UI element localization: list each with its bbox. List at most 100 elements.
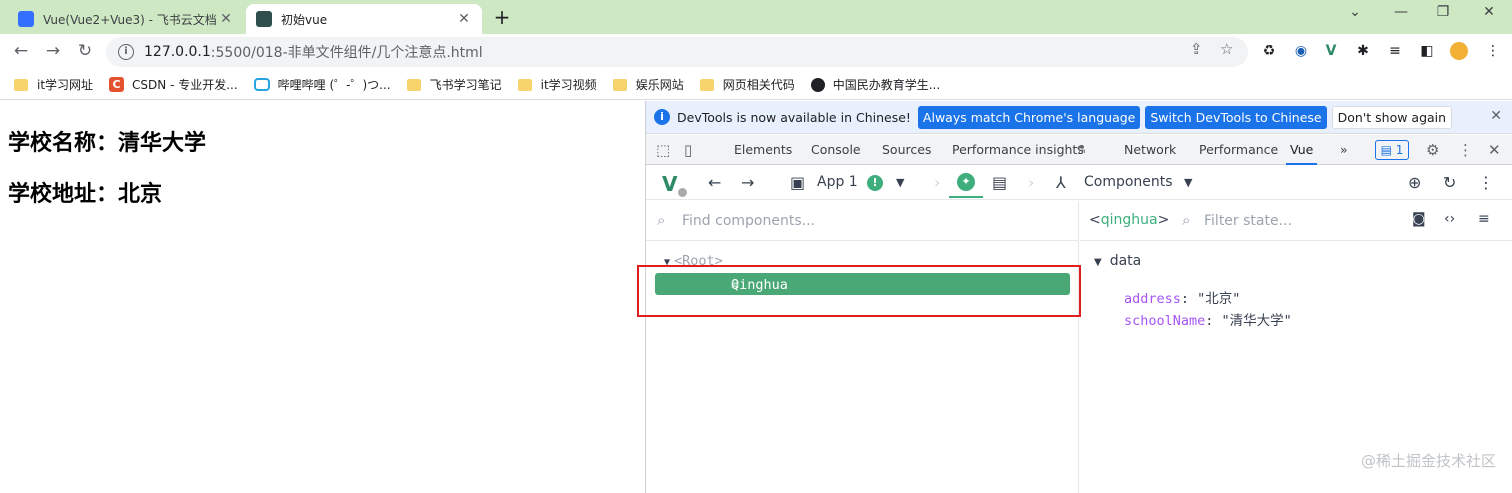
prop-key: schoolName xyxy=(1124,313,1206,329)
bookmark-label: 网页相关代码 xyxy=(722,78,795,92)
chevron-down-icon[interactable]: ▼ xyxy=(1184,176,1192,189)
section-label: data xyxy=(1109,253,1142,269)
forward-icon[interactable]: → xyxy=(42,41,64,61)
url-host: 127.0.0.1 xyxy=(144,44,211,60)
extension-icon[interactable]: ◉ xyxy=(1292,42,1310,60)
bookmark-item[interactable]: it学习视频 xyxy=(517,76,597,93)
switch-to-chinese-button[interactable]: Switch DevTools to Chinese xyxy=(1145,105,1327,129)
menu-kebab-icon[interactable]: ⋮ xyxy=(1484,42,1502,60)
folder-icon xyxy=(517,78,532,91)
flask-icon: ⚗ xyxy=(1076,143,1086,156)
bookmark-item[interactable]: 哔哩哔哩 (゜-゜)つ... xyxy=(253,76,391,93)
root-label: <Root> xyxy=(674,253,723,269)
prop-colon: : xyxy=(1180,291,1198,307)
avatar[interactable] xyxy=(1450,42,1468,60)
close-tab-icon[interactable]: ✕ xyxy=(218,11,234,27)
restore-icon[interactable]: ❐ xyxy=(1420,4,1466,20)
browser-tab-feishu[interactable]: Vue(Vue2+Vue3) - 飞书云文档 ✕ xyxy=(8,4,244,34)
bookmark-item[interactable]: 娱乐网站 xyxy=(612,76,684,93)
bookmark-label: 哔哩哔哩 (゜-゜)つ... xyxy=(277,78,391,92)
browser-tab-strip: Vue(Vue2+Vue3) - 飞书云文档 ✕ 初始vue ✕ + ⌄ — ❐… xyxy=(0,0,1512,34)
filter-state-input[interactable] xyxy=(1204,209,1404,233)
bookmarks-bar: it学习网址 C CSDN - 专业开发... 哔哩哔哩 (゜-゜)つ... 飞书… xyxy=(0,70,1512,100)
component-name: Qinghua xyxy=(731,277,788,293)
page-content: 学校名称：清华大学 学校地址：北京 xyxy=(0,101,645,493)
more-tabs-icon[interactable]: » xyxy=(1340,135,1348,165)
minimize-icon[interactable]: — xyxy=(1378,4,1424,20)
timeline-icon[interactable]: ▤ xyxy=(992,173,1007,192)
state-prop-row[interactable]: address: "北京" xyxy=(1124,287,1240,307)
data-section-header[interactable]: ▼ data xyxy=(1094,253,1141,269)
inspect-element-icon[interactable]: ⬚ xyxy=(656,141,670,159)
chevron-down-icon[interactable]: ▼ xyxy=(896,176,904,189)
back-icon[interactable]: ← xyxy=(10,41,32,61)
new-tab-button[interactable]: + xyxy=(490,5,514,29)
dont-show-again-button[interactable]: Don't show again xyxy=(1331,105,1453,129)
open-in-editor-icon[interactable]: ≡ xyxy=(1478,211,1490,227)
tab-console[interactable]: Console xyxy=(811,135,861,165)
vue-devtools-extension-icon[interactable]: V xyxy=(1322,42,1340,60)
bookmark-item[interactable]: C CSDN - 专业开发... xyxy=(109,76,238,93)
share-icon[interactable]: ⇪ xyxy=(1190,40,1203,58)
inspector-compass-tab[interactable]: ✦ xyxy=(949,170,983,198)
bookmark-star-icon[interactable]: ☆ xyxy=(1220,40,1233,58)
extensions-puzzle-icon[interactable]: ✱ xyxy=(1354,42,1372,60)
close-devtools-icon[interactable]: ✕ xyxy=(1488,141,1501,159)
scroll-to-component-icon[interactable]: ◙ xyxy=(1412,211,1426,227)
bookmark-item[interactable]: 网页相关代码 xyxy=(699,76,795,93)
find-components-input[interactable] xyxy=(682,209,1062,233)
devtools-panel: i DevTools is now available in Chinese! … xyxy=(637,101,1512,493)
component-name: qinghua xyxy=(1100,212,1158,228)
bookmark-label: 娱乐网站 xyxy=(635,78,684,92)
tab-search-icon[interactable]: ⌄ xyxy=(1332,4,1378,20)
info-icon: i xyxy=(654,109,670,125)
devtools-tab-bar: ⬚ ▯ Elements Console Sources Performance… xyxy=(646,135,1512,165)
view-source-code-icon[interactable]: ‹› xyxy=(1444,211,1455,227)
device-toolbar-icon[interactable]: ▯ xyxy=(684,141,692,159)
more-options-icon[interactable]: ⋮ xyxy=(1478,173,1494,192)
compass-icon: ✦ xyxy=(957,173,975,191)
school-address-heading: 学校地址：北京 xyxy=(8,182,163,207)
back-arrow-icon[interactable]: ← xyxy=(708,173,721,192)
tab-elements[interactable]: Elements xyxy=(734,135,792,165)
bookmark-label: CSDN - 专业开发... xyxy=(132,78,238,92)
folder-icon xyxy=(612,78,627,91)
tree-node-root[interactable]: ▼ <Root> xyxy=(664,253,723,269)
tab-performance[interactable]: Performance xyxy=(1199,135,1278,165)
close-infobar-icon[interactable]: ✕ xyxy=(1490,108,1502,124)
bookmark-item[interactable]: it学习网址 xyxy=(14,76,93,93)
browser-tab-vue[interactable]: 初始vue ✕ xyxy=(246,4,482,34)
bookmark-item[interactable]: 中国民办教育学生... xyxy=(810,76,941,93)
close-tab-icon[interactable]: ✕ xyxy=(456,11,472,27)
bookmark-label: 中国民办教育学生... xyxy=(832,78,941,92)
select-component-target-icon[interactable]: ⊕ xyxy=(1408,173,1421,192)
devtools-language-infobar: i DevTools is now available in Chinese! … xyxy=(646,101,1512,134)
state-prop-row[interactable]: schoolName: "清华大学" xyxy=(1124,309,1292,329)
tree-node-qinghua-selected[interactable]: < Qinghua > xyxy=(655,273,1070,295)
refresh-icon[interactable]: ↻ xyxy=(1443,173,1456,192)
state-header: <qinghua> ⌕ ◙ ‹› ≡ xyxy=(1080,201,1512,241)
tab-performance-insights[interactable]: Performance insights xyxy=(952,135,1084,165)
expand-arrow-icon[interactable]: ▼ xyxy=(664,257,670,268)
always-match-language-button[interactable]: Always match Chrome's language xyxy=(917,105,1141,129)
devtools-menu-icon[interactable]: ⋮ xyxy=(1458,141,1473,159)
issues-badge[interactable]: ▤ 1 xyxy=(1375,140,1409,160)
tab-vue[interactable]: Vue xyxy=(1286,135,1318,165)
tab-sources[interactable]: Sources xyxy=(882,135,931,165)
bookmark-item[interactable]: 飞书学习笔记 xyxy=(406,76,502,93)
settings-gear-icon[interactable]: ⚙ xyxy=(1426,141,1439,159)
recycle-extension-icon[interactable]: ♻ xyxy=(1260,42,1278,60)
reading-list-icon[interactable]: ≡ xyxy=(1386,42,1404,60)
vue-logo-icon: V xyxy=(662,172,687,197)
component-tree-pane: ⌕ ▼ <Root> <Qinghua> xyxy=(637,201,1081,493)
components-selector[interactable]: Components xyxy=(1084,174,1173,190)
expand-arrow-icon[interactable]: ▼ xyxy=(1094,257,1102,268)
app-selector[interactable]: App 1 xyxy=(817,174,858,190)
address-bar[interactable]: i 127.0.0.1:5500/018-非单文件组件/几个注意点.html xyxy=(106,37,1248,67)
forward-arrow-icon[interactable]: → xyxy=(741,173,754,192)
close-window-icon[interactable]: ✕ xyxy=(1466,4,1512,20)
side-panel-icon[interactable]: ◧ xyxy=(1418,42,1436,60)
tab-network[interactable]: Network xyxy=(1124,135,1176,165)
site-info-icon[interactable]: i xyxy=(118,44,134,60)
reload-icon[interactable]: ↻ xyxy=(74,41,96,61)
